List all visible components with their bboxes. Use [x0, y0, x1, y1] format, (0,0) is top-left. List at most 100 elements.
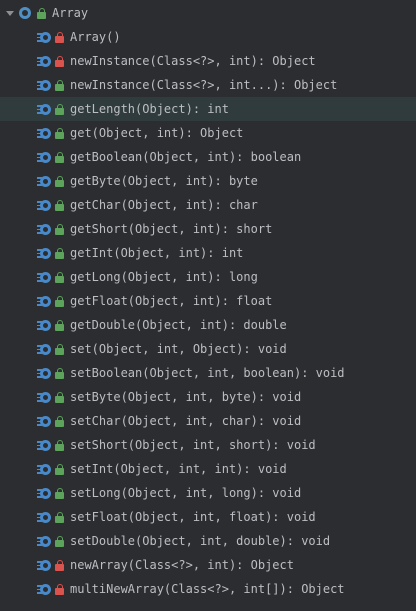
method-icon: [37, 150, 51, 164]
private-lock-icon: [55, 55, 64, 67]
method-icon: [37, 534, 51, 548]
method-icon: [37, 270, 51, 284]
public-lock-icon: [55, 463, 64, 475]
method-icon: [37, 246, 51, 260]
method-signature-label: multiNewArray(Class<?>, int[]): Object: [70, 582, 345, 596]
tree-node-method[interactable]: get(Object, int): Object: [0, 121, 416, 145]
public-lock-icon: [55, 439, 64, 451]
private-lock-icon: [55, 31, 64, 43]
tree-node-method[interactable]: getByte(Object, int): byte: [0, 169, 416, 193]
method-icon: [37, 486, 51, 500]
tree-node-method[interactable]: setInt(Object, int, int): void: [0, 457, 416, 481]
public-lock-icon: [55, 223, 64, 235]
private-lock-icon: [55, 583, 64, 595]
method-icon: [37, 294, 51, 308]
method-signature-label: getLength(Object): int: [70, 102, 229, 116]
method-signature-label: newInstance(Class<?>, int...): Object: [70, 78, 338, 92]
class-name-label: Array: [52, 6, 89, 20]
method-signature-label: getLong(Object, int): long: [70, 270, 258, 284]
public-lock-icon: [55, 271, 64, 283]
tree-node-method[interactable]: setChar(Object, int, char): void: [0, 409, 416, 433]
method-signature-label: newArray(Class<?>, int): Object: [70, 558, 294, 572]
tree-node-method[interactable]: getShort(Object, int): short: [0, 217, 416, 241]
method-signature-label: getDouble(Object, int): double: [70, 318, 287, 332]
public-lock-icon: [55, 103, 64, 115]
method-signature-label: setDouble(Object, int, double): void: [70, 534, 331, 548]
public-lock-icon: [55, 319, 64, 331]
class-icon: [19, 6, 33, 20]
tree-node-method[interactable]: newInstance(Class<?>, int): Object: [0, 49, 416, 73]
tree-node-method[interactable]: setShort(Object, int, short): void: [0, 433, 416, 457]
public-lock-icon: [37, 7, 46, 19]
private-lock-icon: [55, 559, 64, 571]
tree-node-method[interactable]: newArray(Class<?>, int): Object: [0, 553, 416, 577]
public-lock-icon: [55, 415, 64, 427]
structure-tree: Array Array() newInstance(Class<?>, int):…: [0, 0, 416, 611]
method-signature-label: newInstance(Class<?>, int): Object: [70, 54, 316, 68]
tree-node-method[interactable]: set(Object, int, Object): void: [0, 337, 416, 361]
tree-node-method[interactable]: setFloat(Object, int, float): void: [0, 505, 416, 529]
tree-node-method[interactable]: getLength(Object): int: [0, 97, 416, 121]
public-lock-icon: [55, 535, 64, 547]
method-icon: [37, 414, 51, 428]
public-lock-icon: [55, 295, 64, 307]
method-signature-label: getByte(Object, int): byte: [70, 174, 258, 188]
method-signature-label: getShort(Object, int): short: [70, 222, 273, 236]
method-icon: [37, 222, 51, 236]
method-icon: [37, 366, 51, 380]
method-signature-label: set(Object, int, Object): void: [70, 342, 287, 356]
tree-node-method[interactable]: setByte(Object, int, byte): void: [0, 385, 416, 409]
tree-node-method[interactable]: setBoolean(Object, int, boolean): void: [0, 361, 416, 385]
method-signature-label: setLong(Object, int, long): void: [70, 486, 302, 500]
public-lock-icon: [55, 511, 64, 523]
method-icon: [37, 30, 51, 44]
method-signature-label: setShort(Object, int, short): void: [70, 438, 316, 452]
tree-node-method[interactable]: setDouble(Object, int, double): void: [0, 529, 416, 553]
tree-node-method[interactable]: getInt(Object, int): int: [0, 241, 416, 265]
method-icon: [37, 510, 51, 524]
tree-node-method[interactable]: getBoolean(Object, int): boolean: [0, 145, 416, 169]
method-icon: [37, 318, 51, 332]
tree-node-method[interactable]: getLong(Object, int): long: [0, 265, 416, 289]
method-signature-label: getBoolean(Object, int): boolean: [70, 150, 302, 164]
public-lock-icon: [55, 199, 64, 211]
method-icon: [37, 558, 51, 572]
method-signature-label: Array(): [70, 30, 121, 44]
method-signature-label: getFloat(Object, int): float: [70, 294, 273, 308]
public-lock-icon: [55, 79, 64, 91]
method-icon: [37, 390, 51, 404]
method-icon: [37, 438, 51, 452]
method-signature-label: getInt(Object, int): int: [70, 246, 244, 260]
tree-node-method[interactable]: getChar(Object, int): char: [0, 193, 416, 217]
public-lock-icon: [55, 367, 64, 379]
tree-node-method[interactable]: getDouble(Object, int): double: [0, 313, 416, 337]
tree-node-method[interactable]: Array(): [0, 25, 416, 49]
method-signature-label: setByte(Object, int, byte): void: [70, 390, 302, 404]
method-signature-label: getChar(Object, int): char: [70, 198, 258, 212]
public-lock-icon: [55, 151, 64, 163]
tree-node-method[interactable]: newInstance(Class<?>, int...): Object: [0, 73, 416, 97]
method-icon: [37, 54, 51, 68]
method-icon: [37, 174, 51, 188]
chevron-down-icon[interactable]: [4, 7, 16, 19]
method-icon: [37, 342, 51, 356]
method-signature-label: setChar(Object, int, char): void: [70, 414, 302, 428]
public-lock-icon: [55, 247, 64, 259]
public-lock-icon: [55, 487, 64, 499]
method-icon: [37, 462, 51, 476]
member-list: Array() newInstance(Class<?>, int): Objec…: [0, 25, 416, 601]
public-lock-icon: [55, 127, 64, 139]
tree-node-method[interactable]: setLong(Object, int, long): void: [0, 481, 416, 505]
method-icon: [37, 78, 51, 92]
method-icon: [37, 102, 51, 116]
public-lock-icon: [55, 391, 64, 403]
method-signature-label: setBoolean(Object, int, boolean): void: [70, 366, 345, 380]
tree-node-method[interactable]: multiNewArray(Class<?>, int[]): Object: [0, 577, 416, 601]
tree-node-array-class[interactable]: Array: [0, 1, 416, 25]
method-signature-label: get(Object, int): Object: [70, 126, 244, 140]
method-signature-label: setInt(Object, int, int): void: [70, 462, 287, 476]
method-signature-label: setFloat(Object, int, float): void: [70, 510, 316, 524]
method-icon: [37, 582, 51, 596]
tree-node-method[interactable]: getFloat(Object, int): float: [0, 289, 416, 313]
public-lock-icon: [55, 343, 64, 355]
